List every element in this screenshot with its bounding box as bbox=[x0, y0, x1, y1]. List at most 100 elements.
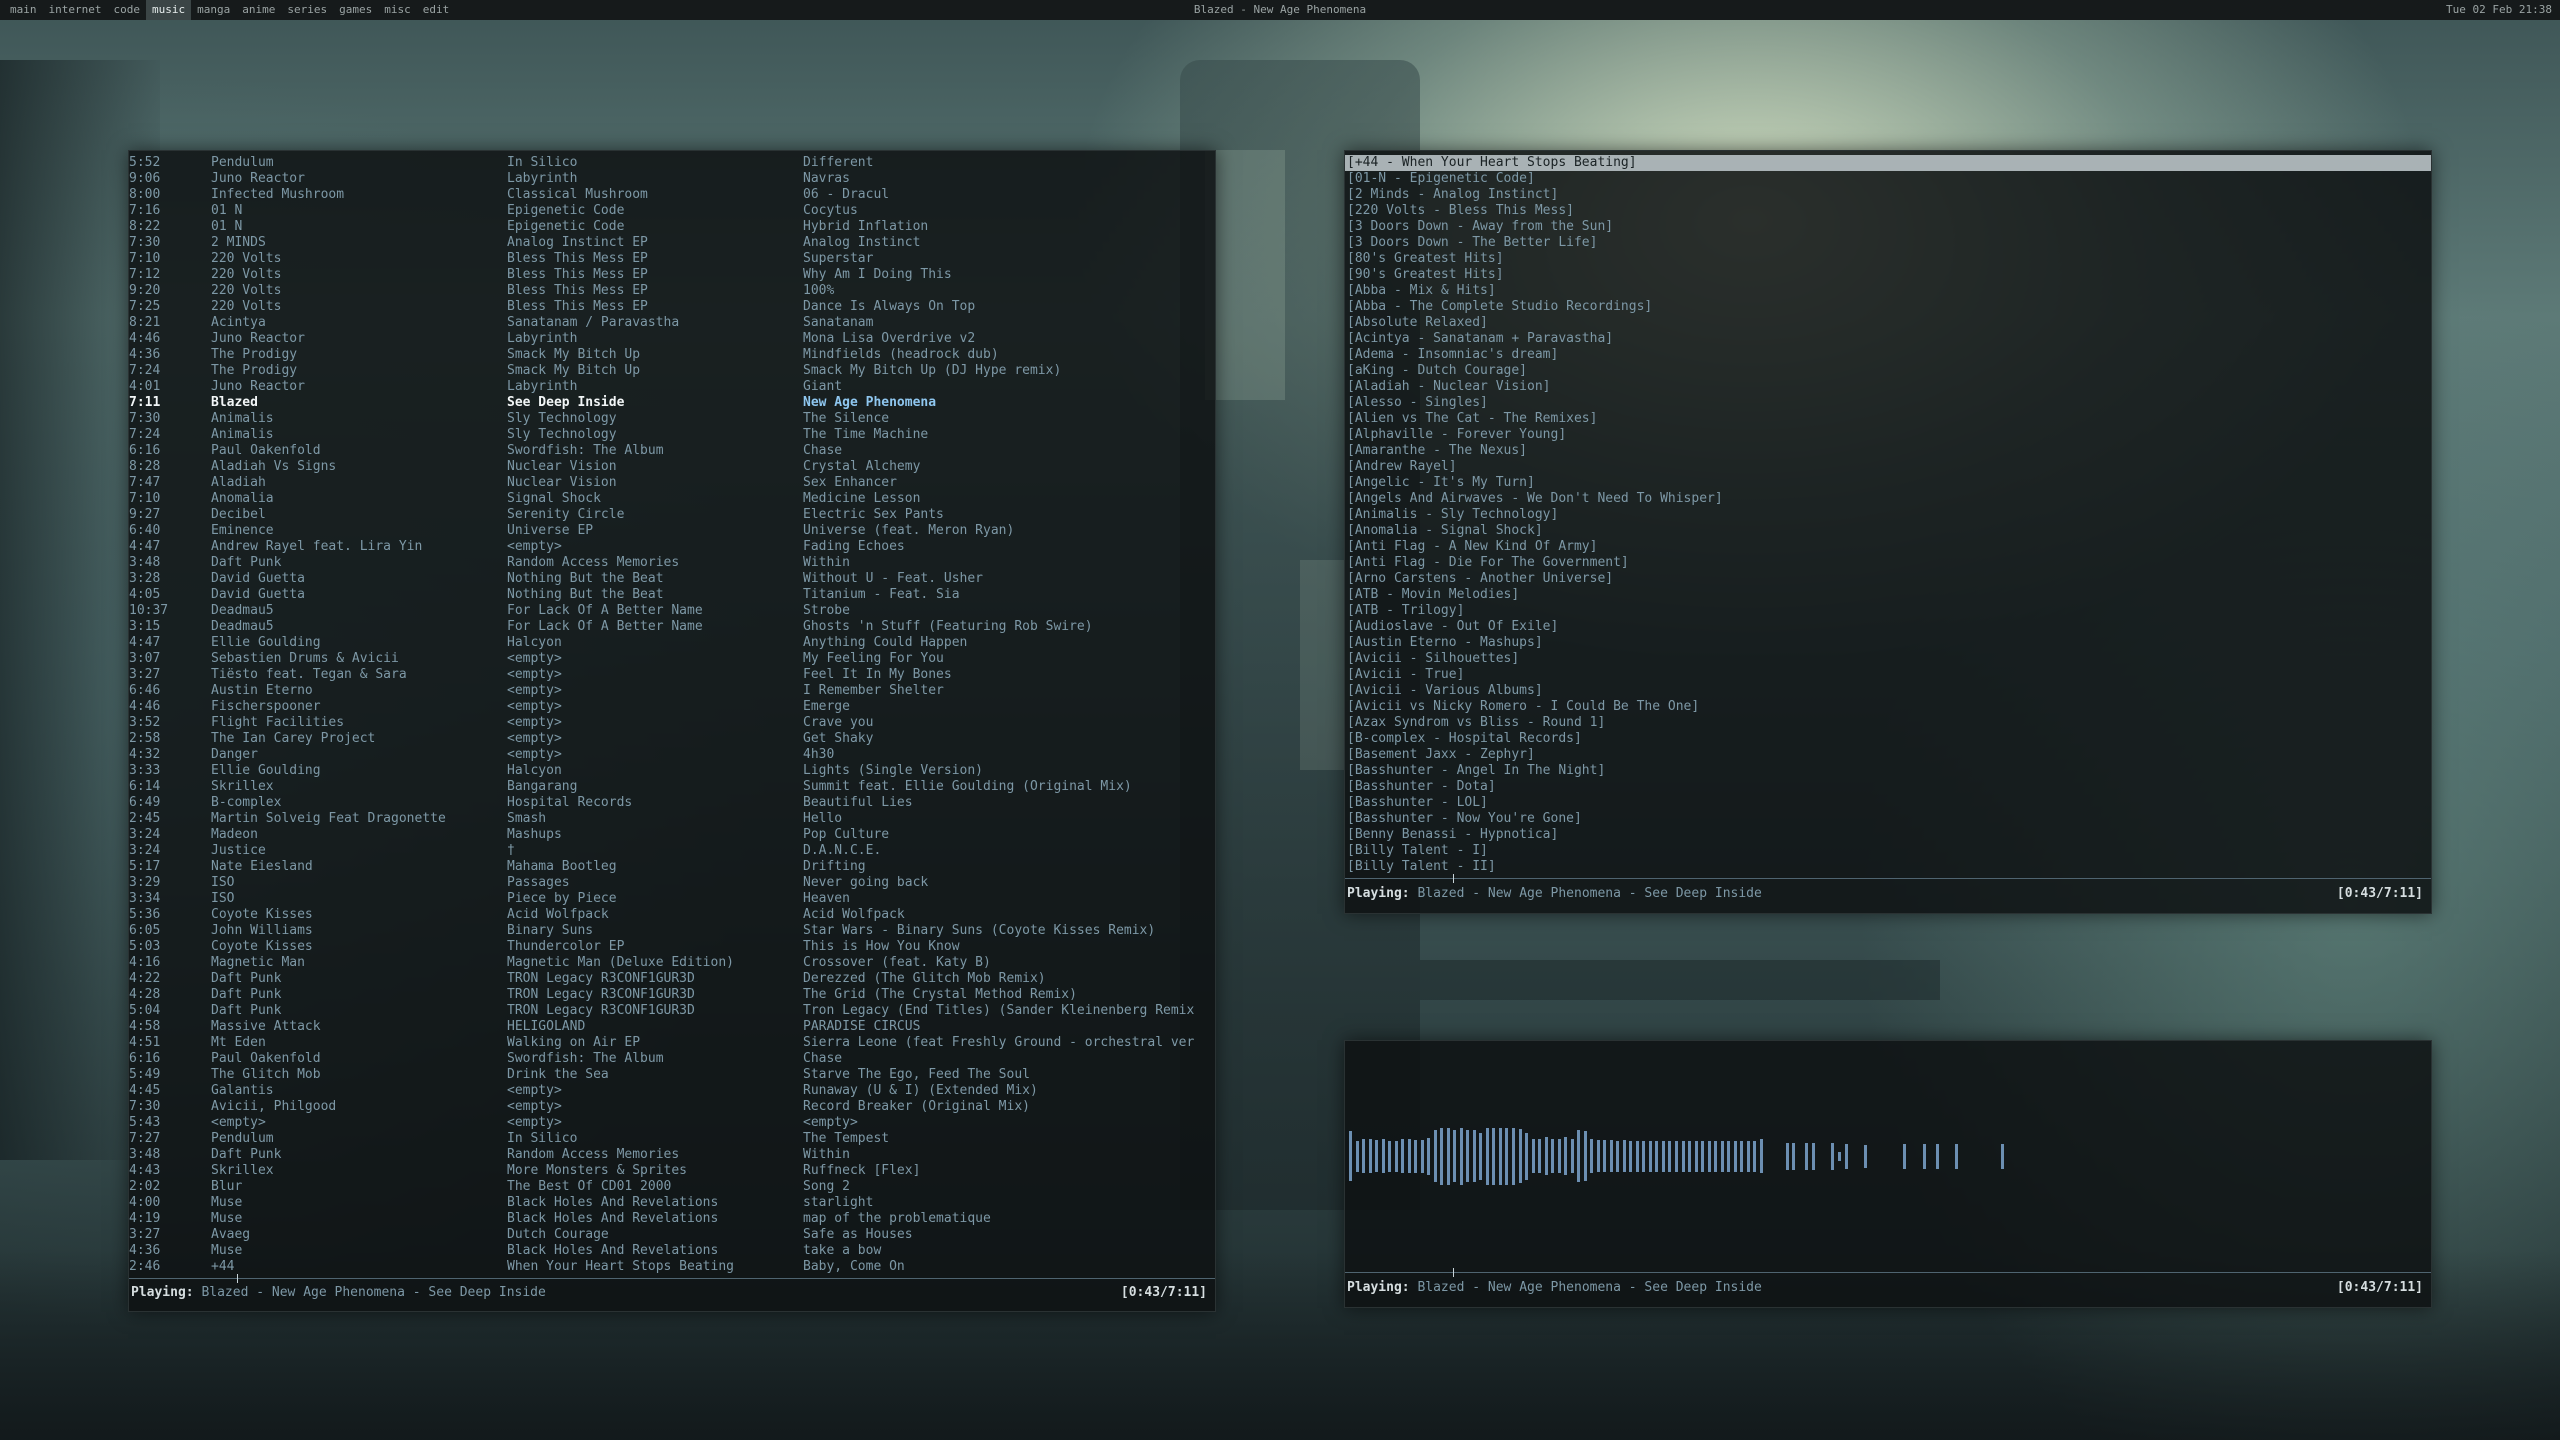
song-row[interactable]: 6:16 Paul Oakenfold Swordfish: The Album Ch… bbox=[129, 1051, 1214, 1067]
playlist-item[interactable]: [Anti Flag - A New Kind Of Army] bbox=[1345, 539, 2431, 555]
song-row[interactable]: 7:25 220 Volts Bless This Mess EP Dance Is … bbox=[129, 299, 1214, 315]
progress-bar[interactable] bbox=[1345, 874, 2431, 883]
playlist-item[interactable]: [Basement Jaxx - Zephyr] bbox=[1345, 747, 2431, 763]
playlist-item[interactable]: [Amaranthe - The Nexus] bbox=[1345, 443, 2431, 459]
song-row[interactable]: 3:24 Justice † D.A.N.C.E. bbox=[129, 843, 1214, 859]
song-row[interactable]: 3:48 Daft Punk Random Access Memories Withi… bbox=[129, 555, 1214, 571]
song-row[interactable]: 3:48 Daft Punk Random Access Memories Withi… bbox=[129, 1147, 1214, 1163]
song-row[interactable]: 2:02 Blur The Best Of CD01 2000 Song 2 bbox=[129, 1179, 1214, 1195]
song-row[interactable]: 3:27 Tiësto feat. Tegan & Sara <empty> Feel… bbox=[129, 667, 1214, 683]
song-row[interactable]: 6:49 B-complex Hospital Records Beautiful L… bbox=[129, 795, 1214, 811]
playlist-item[interactable]: [B-complex - Hospital Records] bbox=[1345, 731, 2431, 747]
song-row[interactable]: 4:00 Muse Black Holes And Revelations starl… bbox=[129, 1195, 1214, 1211]
song-row[interactable]: 4:36 Muse Black Holes And Revelations take … bbox=[129, 1243, 1214, 1259]
song-row[interactable]: 7:11 Blazed See Deep Inside New Age Phenome… bbox=[129, 395, 1214, 411]
song-row[interactable]: 3:52 Flight Facilities <empty> Crave you bbox=[129, 715, 1214, 731]
playlist-item[interactable]: [90's Greatest Hits] bbox=[1345, 267, 2431, 283]
song-row[interactable]: 7:16 01 N Epigenetic Code Cocytus bbox=[129, 203, 1214, 219]
song-row[interactable]: 4:36 The Prodigy Smack My Bitch Up Mindfiel… bbox=[129, 347, 1214, 363]
playlist-item[interactable]: [Arno Carstens - Another Universe] bbox=[1345, 571, 2431, 587]
song-row[interactable]: 7:30 Avicii, Philgood <empty> Record Breake… bbox=[129, 1099, 1214, 1115]
playlist-item[interactable]: [Abba - Mix & Hits] bbox=[1345, 283, 2431, 299]
song-row[interactable]: 3:27 Avaeg Dutch Courage Safe as Houses bbox=[129, 1227, 1214, 1243]
song-row[interactable]: 4:45 Galantis <empty> Runaway (U & I) (Exte… bbox=[129, 1083, 1214, 1099]
playlist-item[interactable]: [01-N - Epigenetic Code] bbox=[1345, 171, 2431, 187]
song-row[interactable]: 4:05 David Guetta Nothing But the Beat Tita… bbox=[129, 587, 1214, 603]
playlist-item[interactable]: [+44 - When Your Heart Stops Beating] bbox=[1345, 155, 2431, 171]
song-row[interactable]: 3:29 ISO Passages Never going back bbox=[129, 875, 1214, 891]
song-row[interactable]: 4:58 Massive Attack HELIGOLAND PARADISE CIR… bbox=[129, 1019, 1214, 1035]
playlist-item[interactable]: [aKing - Dutch Courage] bbox=[1345, 363, 2431, 379]
playlist-item[interactable]: [3 Doors Down - Away from the Sun] bbox=[1345, 219, 2431, 235]
song-row[interactable]: 4:46 Juno Reactor Labyrinth Mona Lisa Overd… bbox=[129, 331, 1214, 347]
song-row[interactable]: 7:47 Aladiah Nuclear Vision Sex Enhancer bbox=[129, 475, 1214, 491]
song-row[interactable]: 7:24 Animalis Sly Technology The Time Machi… bbox=[129, 427, 1214, 443]
song-row[interactable]: 8:28 Aladiah Vs Signs Nuclear Vision Crysta… bbox=[129, 459, 1214, 475]
song-row[interactable]: 6:14 Skrillex Bangarang Summit feat. Ellie … bbox=[129, 779, 1214, 795]
playlist-item[interactable]: [Animalis - Sly Technology] bbox=[1345, 507, 2431, 523]
playlist-item[interactable]: [Alien vs The Cat - The Remixes] bbox=[1345, 411, 2431, 427]
playlist-item[interactable]: [Avicii - True] bbox=[1345, 667, 2431, 683]
playlist-item[interactable]: [Billy Talent - I] bbox=[1345, 843, 2431, 859]
progress-knob[interactable] bbox=[1453, 874, 1455, 883]
song-row[interactable]: 7:30 Animalis Sly Technology The Silence bbox=[129, 411, 1214, 427]
playlist-item[interactable]: [Anti Flag - Die For The Government] bbox=[1345, 555, 2431, 571]
playlist-item[interactable]: [Angels And Airwaves - We Don't Need To … bbox=[1345, 491, 2431, 507]
playlist-item[interactable]: [220 Volts - Bless This Mess] bbox=[1345, 203, 2431, 219]
playlist-item[interactable]: [2 Minds - Analog Instinct] bbox=[1345, 187, 2431, 203]
song-row[interactable]: 4:19 Muse Black Holes And Revelations map o… bbox=[129, 1211, 1214, 1227]
playlist-item[interactable]: [ATB - Trilogy] bbox=[1345, 603, 2431, 619]
playlist-item[interactable]: [Abba - The Complete Studio Recordings] bbox=[1345, 299, 2431, 315]
song-row[interactable]: 2:58 The Ian Carey Project <empty> Get Shak… bbox=[129, 731, 1214, 747]
song-row[interactable]: 4:16 Magnetic Man Magnetic Man (Deluxe Edi… bbox=[129, 955, 1214, 971]
song-row[interactable]: 6:05 John Williams Binary Suns Star Wars - … bbox=[129, 923, 1214, 939]
song-row[interactable]: 4:01 Juno Reactor Labyrinth Giant bbox=[129, 379, 1214, 395]
playlist-item[interactable]: [Avicii - Silhouettes] bbox=[1345, 651, 2431, 667]
song-row[interactable]: 4:22 Daft Punk TRON Legacy R3CONF1GUR3D Der… bbox=[129, 971, 1214, 987]
playlist-item[interactable]: [3 Doors Down - The Better Life] bbox=[1345, 235, 2431, 251]
progress-knob[interactable] bbox=[1453, 1268, 1455, 1277]
song-row[interactable]: 9:20 220 Volts Bless This Mess EP 100% bbox=[129, 283, 1214, 299]
playlist-item[interactable]: [Basshunter - Now You're Gone] bbox=[1345, 811, 2431, 827]
song-row[interactable]: 4:51 Mt Eden Walking on Air EP Sierra Leone… bbox=[129, 1035, 1214, 1051]
song-row[interactable]: 8:21 Acintya Sanatanam / Paravastha Sanatan… bbox=[129, 315, 1214, 331]
song-row[interactable]: 7:12 220 Volts Bless This Mess EP Why Am I … bbox=[129, 267, 1214, 283]
playlist-item[interactable]: [Alesso - Singles] bbox=[1345, 395, 2431, 411]
song-row[interactable]: 9:06 Juno Reactor Labyrinth Navras bbox=[129, 171, 1214, 187]
playlist-item[interactable]: [Audioslave - Out Of Exile] bbox=[1345, 619, 2431, 635]
song-row[interactable]: 6:16 Paul Oakenfold Swordfish: The Album Ch… bbox=[129, 443, 1214, 459]
song-row[interactable]: 9:27 Decibel Serenity Circle Electric Sex P… bbox=[129, 507, 1214, 523]
song-row[interactable]: 7:10 220 Volts Bless This Mess EP Superstar bbox=[129, 251, 1214, 267]
progress-bar[interactable] bbox=[1345, 1268, 2431, 1277]
song-row[interactable]: 2:46 +44 When Your Heart Stops Beating Baby… bbox=[129, 1259, 1214, 1275]
song-row[interactable]: 5:03 Coyote Kisses Thundercolor EP This is … bbox=[129, 939, 1214, 955]
song-row[interactable]: 4:47 Ellie Goulding Halcyon Anything Could … bbox=[129, 635, 1214, 651]
song-row[interactable]: 5:36 Coyote Kisses Acid Wolfpack Acid Wolfp… bbox=[129, 907, 1214, 923]
song-row[interactable]: 2:45 Martin Solveig Feat Dragonette Smash H… bbox=[129, 811, 1214, 827]
song-row[interactable]: 6:46 Austin Eterno <empty> I Remember Shelt… bbox=[129, 683, 1214, 699]
playlist-item[interactable]: [Adema - Insomniac's dream] bbox=[1345, 347, 2431, 363]
playlist-item[interactable]: [Basshunter - Angel In The Night] bbox=[1345, 763, 2431, 779]
song-row[interactable]: 3:07 Sebastien Drums & Avicii <empty> My Fe… bbox=[129, 651, 1214, 667]
song-row[interactable]: 3:33 Ellie Goulding Halcyon Lights (Single … bbox=[129, 763, 1214, 779]
playlist-item[interactable]: [Andrew Rayel] bbox=[1345, 459, 2431, 475]
song-row[interactable]: 5:17 Nate Eiesland Mahama Bootleg Drifting bbox=[129, 859, 1214, 875]
song-row[interactable]: 3:15 Deadmau5 For Lack Of A Better Name Gho… bbox=[129, 619, 1214, 635]
song-row[interactable]: 3:24 Madeon Mashups Pop Culture bbox=[129, 827, 1214, 843]
song-row[interactable]: 5:49 The Glitch Mob Drink the Sea Starve Th… bbox=[129, 1067, 1214, 1083]
playlist-list[interactable]: [+44 - When Your Heart Stops Beating] [01… bbox=[1345, 155, 2431, 875]
playlist-item[interactable]: [Absolute Relaxed] bbox=[1345, 315, 2431, 331]
song-row[interactable]: 6:40 Eminence Universe EP Universe (feat. M… bbox=[129, 523, 1214, 539]
playlist-item[interactable]: [Angelic - It's My Turn] bbox=[1345, 475, 2431, 491]
song-list[interactable]: 5:52 Pendulum In Silico Different 9:06 Juno R… bbox=[129, 155, 1214, 1275]
song-row[interactable]: 5:43 <empty> <empty> <empty> bbox=[129, 1115, 1214, 1131]
song-row[interactable]: 4:32 Danger <empty> 4h30 bbox=[129, 747, 1214, 763]
playlist-item[interactable]: [Alphaville - Forever Young] bbox=[1345, 427, 2431, 443]
playlist-item[interactable]: [Aladiah - Nuclear Vision] bbox=[1345, 379, 2431, 395]
playlist-item[interactable]: [Austin Eterno - Mashups] bbox=[1345, 635, 2431, 651]
playlist-item[interactable]: [Billy Talent - II] bbox=[1345, 859, 2431, 875]
song-row[interactable]: 3:28 David Guetta Nothing But the Beat With… bbox=[129, 571, 1214, 587]
playlist-item[interactable]: [Acintya - Sanatanam + Paravastha] bbox=[1345, 331, 2431, 347]
progress-knob[interactable] bbox=[237, 1274, 239, 1283]
song-row[interactable]: 7:10 Anomalia Signal Shock Medicine Lesson bbox=[129, 491, 1214, 507]
